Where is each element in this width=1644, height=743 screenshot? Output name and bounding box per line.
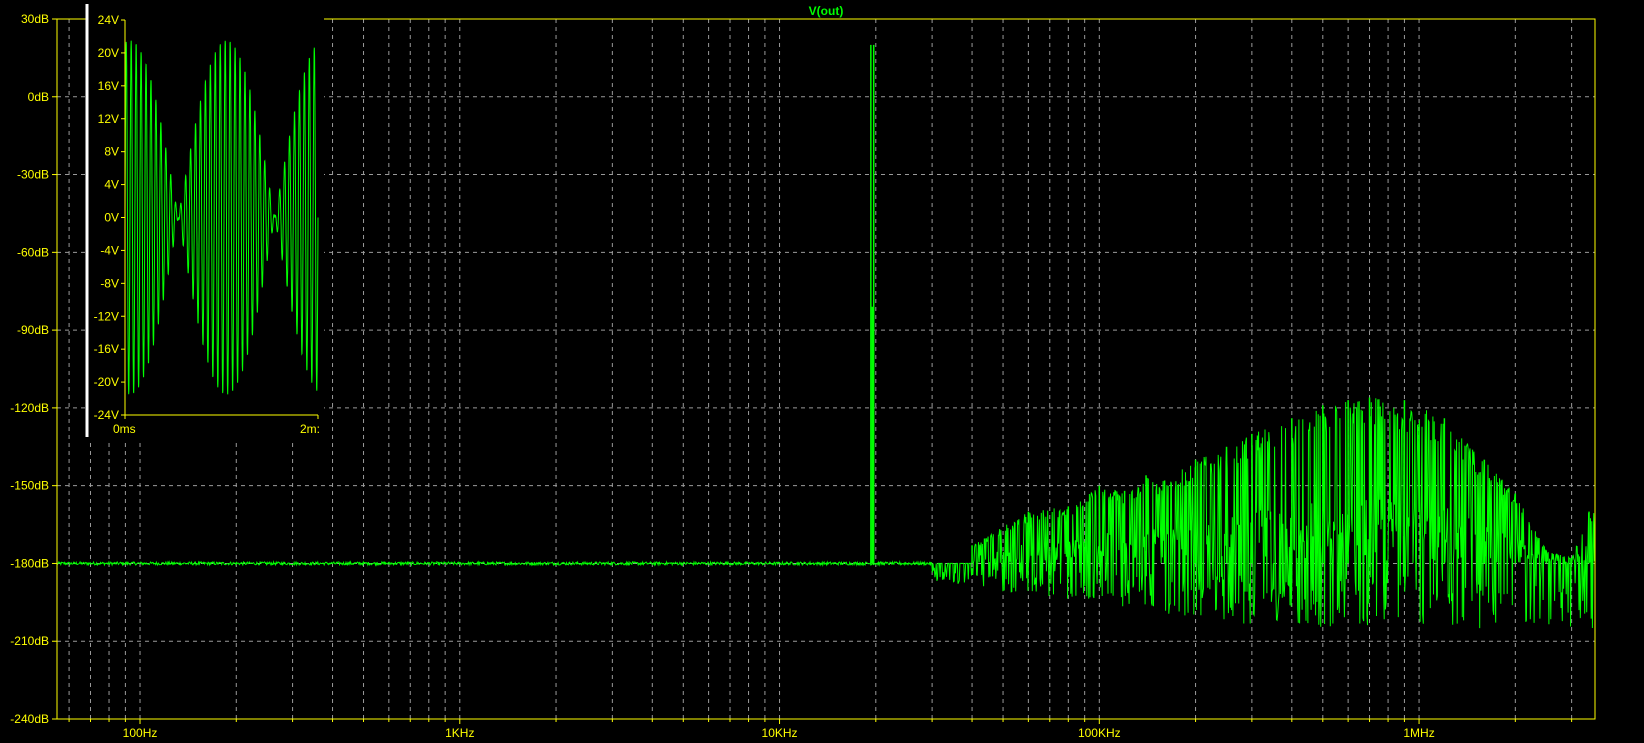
y-tick-label: -30dB: [17, 168, 49, 182]
inset-y-tick-label: -24V: [94, 408, 119, 422]
inset-y-tick-label: 24V: [98, 13, 119, 27]
inset-y-tick-label: -4V: [100, 243, 119, 257]
inset-y-tick-label: -16V: [94, 342, 119, 356]
inset-y-tick-label: 0V: [104, 211, 119, 225]
y-tick-label: -240dB: [10, 712, 49, 726]
x-tick-label: 10KHz: [762, 726, 798, 740]
y-tick-label: 30dB: [21, 12, 49, 26]
inset-y-tick-label: -12V: [94, 309, 119, 323]
y-tick-label: 0dB: [28, 90, 49, 104]
x-tick-label: 1MHz: [1403, 726, 1434, 740]
inset-y-tick-label: -8V: [100, 276, 119, 290]
inset-y-tick-label: -20V: [94, 375, 119, 389]
x-tick-label: 100Hz: [123, 726, 158, 740]
y-tick-label: -210dB: [10, 634, 49, 648]
inset-x-tick-label: 0ms: [113, 422, 136, 436]
x-tick-label: 1KHz: [445, 726, 474, 740]
y-tick-label: -180dB: [10, 556, 49, 570]
plot-canvas[interactable]: V(out) 30dB 0dB -30dB -60dB -90dB -120dB -150d…: [0, 0, 1644, 743]
x-tick-label: 100KHz: [1078, 726, 1121, 740]
y-tick-label: -90dB: [17, 323, 49, 337]
inset-x-tick-label: 2m:: [300, 422, 320, 436]
inset-y-tick-label: 16V: [98, 79, 119, 93]
y-tick-label: -150dB: [10, 479, 49, 493]
trace-title[interactable]: V(out): [809, 4, 844, 18]
inset-y-tick-label: 12V: [98, 112, 119, 126]
inset-y-tick-label: 8V: [104, 145, 119, 159]
y-tick-label: -120dB: [10, 401, 49, 415]
inset-y-tick-label: 4V: [104, 178, 119, 192]
inset-y-tick-label: 20V: [98, 46, 119, 60]
inset-transient-plot[interactable]: 24V 20V 16V 12V 8V 4V 0V -4V -8V -12V -16V -20V -24V…: [85, 4, 324, 440]
y-tick-label: -60dB: [17, 245, 49, 259]
